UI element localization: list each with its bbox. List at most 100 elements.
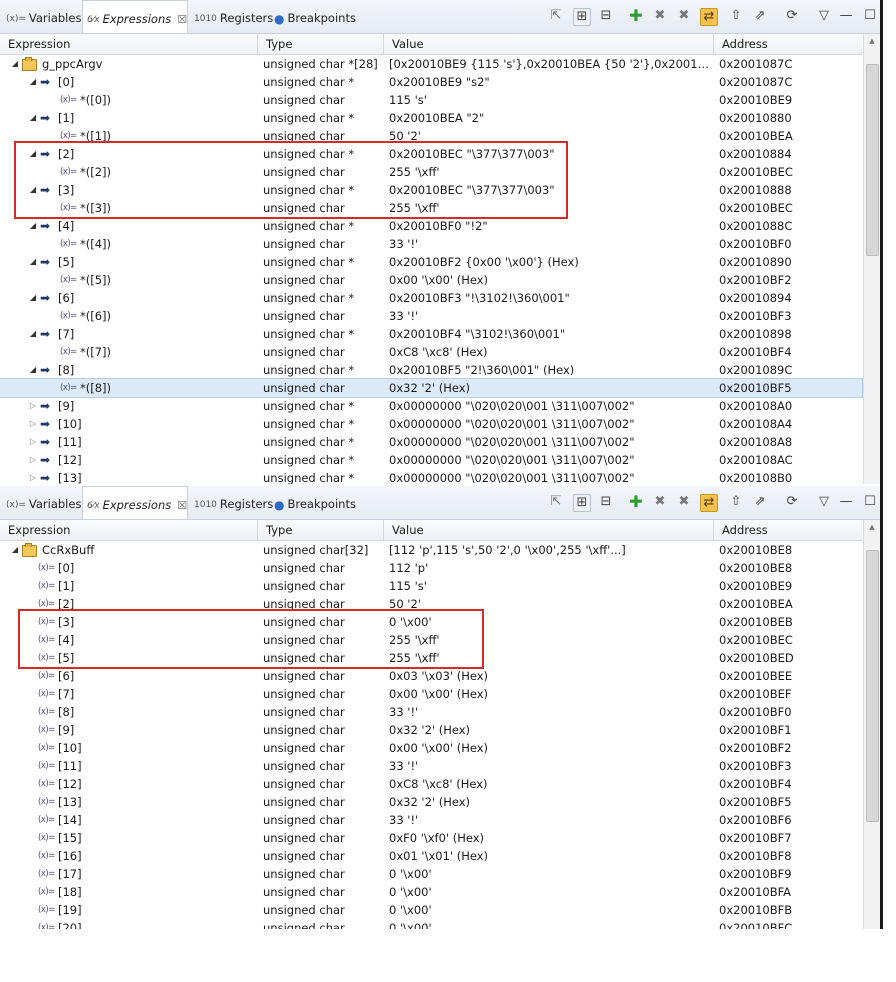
show-logical-structure-icon[interactable]: ⊞ <box>573 8 591 26</box>
tab-breakpoints[interactable]: ● Breakpoints <box>270 0 366 33</box>
show-type-names-icon[interactable]: ⇱ <box>548 494 564 510</box>
expand-open-icon[interactable]: ◢ <box>10 55 20 73</box>
tree-row[interactable]: ▷ ➡ [11] unsigned char * 0x00000000 "\020\02… <box>0 433 862 451</box>
tree-row[interactable]: ◢ ➡ [7] unsigned char * 0x20010BF4 "\3102!\3… <box>0 325 862 343</box>
link-with-debug-view-icon[interactable]: ⇄ <box>700 494 718 512</box>
expand-open-icon[interactable]: ◢ <box>28 217 38 235</box>
refresh-icon[interactable]: ⟳ <box>784 494 800 510</box>
tree-row[interactable]: (x)= [0] unsigned char 112 'p' 0x20010BE8 <box>0 559 862 577</box>
expand-closed-icon[interactable]: ▷ <box>28 433 38 451</box>
tree-row[interactable]: (x)= *([6]) unsigned char 33 '!' 0x20010BF3 <box>0 307 862 325</box>
tree-row[interactable]: (x)= [19] unsigned char 0 '\x00' 0x20010BFB <box>0 901 862 919</box>
tab-registers[interactable]: 1010 Registers <box>190 486 273 519</box>
tree-row[interactable]: (x)= [1] unsigned char 115 's' 0x20010BE9 <box>0 577 862 595</box>
expand-open-icon[interactable]: ◢ <box>28 325 38 343</box>
column-address[interactable]: Address <box>714 34 862 54</box>
expand-closed-icon[interactable]: ▷ <box>28 469 38 484</box>
column-expression[interactable]: Expression <box>0 34 258 54</box>
expand-open-icon[interactable]: ◢ <box>10 541 20 559</box>
tree-row[interactable]: ◢ ➡ [8] unsigned char * 0x20010BF5 "2!\360\0… <box>0 361 862 379</box>
tree-row[interactable]: ▷ ➡ [10] unsigned char * 0x00000000 "\020\02… <box>0 415 862 433</box>
add-expression-icon[interactable]: ✚ <box>628 8 644 24</box>
tree-row[interactable]: (x)= [16] unsigned char 0x01 '\x01' (Hex) 0x… <box>0 847 862 865</box>
tree-row[interactable]: ◢ CcRxBuff unsigned char[32] [112 'p',115 '… <box>0 541 862 559</box>
remove-all-icon[interactable]: ✖ <box>676 8 692 24</box>
tree-row[interactable]: (x)= *([0]) unsigned char 115 's' 0x20010BE9 <box>0 91 862 109</box>
scrollbar-thumb[interactable] <box>866 64 879 256</box>
show-type-names-icon[interactable]: ⇱ <box>548 8 564 24</box>
tab-variables[interactable]: (x)= Variables <box>2 0 81 33</box>
scroll-up-icon[interactable]: ▲ <box>864 520 880 534</box>
close-icon[interactable]: ☒ <box>177 13 187 26</box>
tree-row[interactable]: (x)= *([5]) unsigned char 0x00 '\x00' (Hex)… <box>0 271 862 289</box>
tree-row[interactable]: (x)= [10] unsigned char 0x00 '\x00' (Hex) 0x… <box>0 739 862 757</box>
refresh-icon[interactable]: ⟳ <box>784 8 800 24</box>
vertical-scrollbar[interactable]: ▲ <box>863 520 880 929</box>
vertical-scrollbar[interactable]: ▲ <box>863 34 880 484</box>
tree-row[interactable]: ◢ ➡ [0] unsigned char * 0x20010BE9 "s2" 0x200… <box>0 73 862 91</box>
tab-registers[interactable]: 1010 Registers <box>190 0 273 33</box>
view-menu-icon[interactable]: ▽ <box>816 8 832 24</box>
tree-row[interactable]: ◢ ➡ [4] unsigned char * 0x20010BF0 "!2" 0x200… <box>0 217 862 235</box>
tab-expressions[interactable]: 6⁄x Expressions ☒ <box>82 486 188 519</box>
tree-row[interactable]: ▷ ➡ [9] unsigned char * 0x00000000 "\020\020… <box>0 397 862 415</box>
column-value[interactable]: Value <box>384 34 714 54</box>
tree-row[interactable]: (x)= [12] unsigned char 0xC8 '\xc8' (Hex) 0x… <box>0 775 862 793</box>
tree-row[interactable]: (x)= *([4]) unsigned char 33 '!' 0x20010BF0 <box>0 235 862 253</box>
collapse-all-icon[interactable]: ⊟ <box>598 8 614 24</box>
new-pin-icon[interactable]: ⇧ <box>728 494 744 510</box>
scrollbar-thumb[interactable] <box>866 550 879 822</box>
scroll-up-icon[interactable]: ▲ <box>864 34 880 48</box>
pin-icon[interactable]: ⇗ <box>752 8 768 24</box>
tree-row[interactable]: ◢ ➡ [5] unsigned char * 0x20010BF2 {0x00 '\x… <box>0 253 862 271</box>
tree-row[interactable]: ▷ ➡ [12] unsigned char * 0x00000000 "\020\02… <box>0 451 862 469</box>
collapse-all-icon[interactable]: ⊟ <box>598 494 614 510</box>
tree-row[interactable]: (x)= [14] unsigned char 33 '!' 0x20010BF6 <box>0 811 862 829</box>
tab-breakpoints[interactable]: ● Breakpoints <box>270 486 366 519</box>
column-type[interactable]: Type <box>258 520 384 540</box>
expand-closed-icon[interactable]: ▷ <box>28 451 38 469</box>
tree-row[interactable]: ◢ ➡ [1] unsigned char * 0x20010BEA "2" 0x2001… <box>0 109 862 127</box>
tree-row[interactable]: (x)= [11] unsigned char 33 '!' 0x20010BF3 <box>0 757 862 775</box>
view-menu-icon[interactable]: ▽ <box>816 494 832 510</box>
column-expression[interactable]: Expression <box>0 520 258 540</box>
expand-open-icon[interactable]: ◢ <box>28 109 38 127</box>
remove-expression-icon[interactable]: ✖ <box>652 8 668 24</box>
expand-closed-icon[interactable]: ▷ <box>28 415 38 433</box>
tree-row[interactable]: (x)= [18] unsigned char 0 '\x00' 0x20010BFA <box>0 883 862 901</box>
column-type[interactable]: Type <box>258 34 384 54</box>
link-with-debug-view-icon[interactable]: ⇄ <box>700 8 718 26</box>
tree-row[interactable]: (x)= *([8]) unsigned char 0x32 '2' (Hex) 0x2… <box>0 378 863 398</box>
add-expression-icon[interactable]: ✚ <box>628 494 644 510</box>
tab-variables[interactable]: (x)= Variables <box>2 486 81 519</box>
minimize-icon[interactable]: — <box>838 494 854 510</box>
tree-row[interactable]: ▷ ➡ [13] unsigned char * 0x00000000 "\020\02… <box>0 469 862 484</box>
maximize-icon[interactable]: ☐ <box>862 494 878 510</box>
pin-icon[interactable]: ⇗ <box>752 494 768 510</box>
remove-all-icon[interactable]: ✖ <box>676 494 692 510</box>
tree-row[interactable]: (x)= [7] unsigned char 0x00 '\x00' (Hex) 0x2… <box>0 685 862 703</box>
tree-row[interactable]: ◢ g_ppcArgv unsigned char *[28] [0x20010BE9… <box>0 55 862 73</box>
expand-open-icon[interactable]: ◢ <box>28 289 38 307</box>
expand-open-icon[interactable]: ◢ <box>28 73 38 91</box>
tree-row[interactable]: (x)= [9] unsigned char 0x32 '2' (Hex) 0x2001… <box>0 721 862 739</box>
expand-closed-icon[interactable]: ▷ <box>28 397 38 415</box>
expand-open-icon[interactable]: ◢ <box>28 253 38 271</box>
show-logical-structure-icon[interactable]: ⊞ <box>573 494 591 512</box>
remove-expression-icon[interactable]: ✖ <box>652 494 668 510</box>
close-icon[interactable]: ☒ <box>177 499 187 512</box>
tree-row[interactable]: ◢ ➡ [6] unsigned char * 0x20010BF3 "!\3102!\… <box>0 289 862 307</box>
tab-expressions[interactable]: 6⁄x Expressions ☒ <box>82 0 188 33</box>
tree-row[interactable]: (x)= [13] unsigned char 0x32 '2' (Hex) 0x200… <box>0 793 862 811</box>
tree-row[interactable]: (x)= [20] unsigned char 0 '\x00' 0x20010BFC <box>0 919 862 929</box>
tree-row[interactable]: (x)= [17] unsigned char 0 '\x00' 0x20010BF9 <box>0 865 862 883</box>
tree-row[interactable]: (x)= [8] unsigned char 33 '!' 0x20010BF0 <box>0 703 862 721</box>
tree-row[interactable]: (x)= [6] unsigned char 0x03 '\x03' (Hex) 0x2… <box>0 667 862 685</box>
new-pin-icon[interactable]: ⇧ <box>728 8 744 24</box>
column-address[interactable]: Address <box>714 520 862 540</box>
maximize-icon[interactable]: ☐ <box>862 8 878 24</box>
tree-row[interactable]: (x)= [15] unsigned char 0xF0 '\xf0' (Hex) 0x… <box>0 829 862 847</box>
expand-open-icon[interactable]: ◢ <box>28 361 38 379</box>
column-value[interactable]: Value <box>384 520 714 540</box>
minimize-icon[interactable]: — <box>838 8 854 24</box>
